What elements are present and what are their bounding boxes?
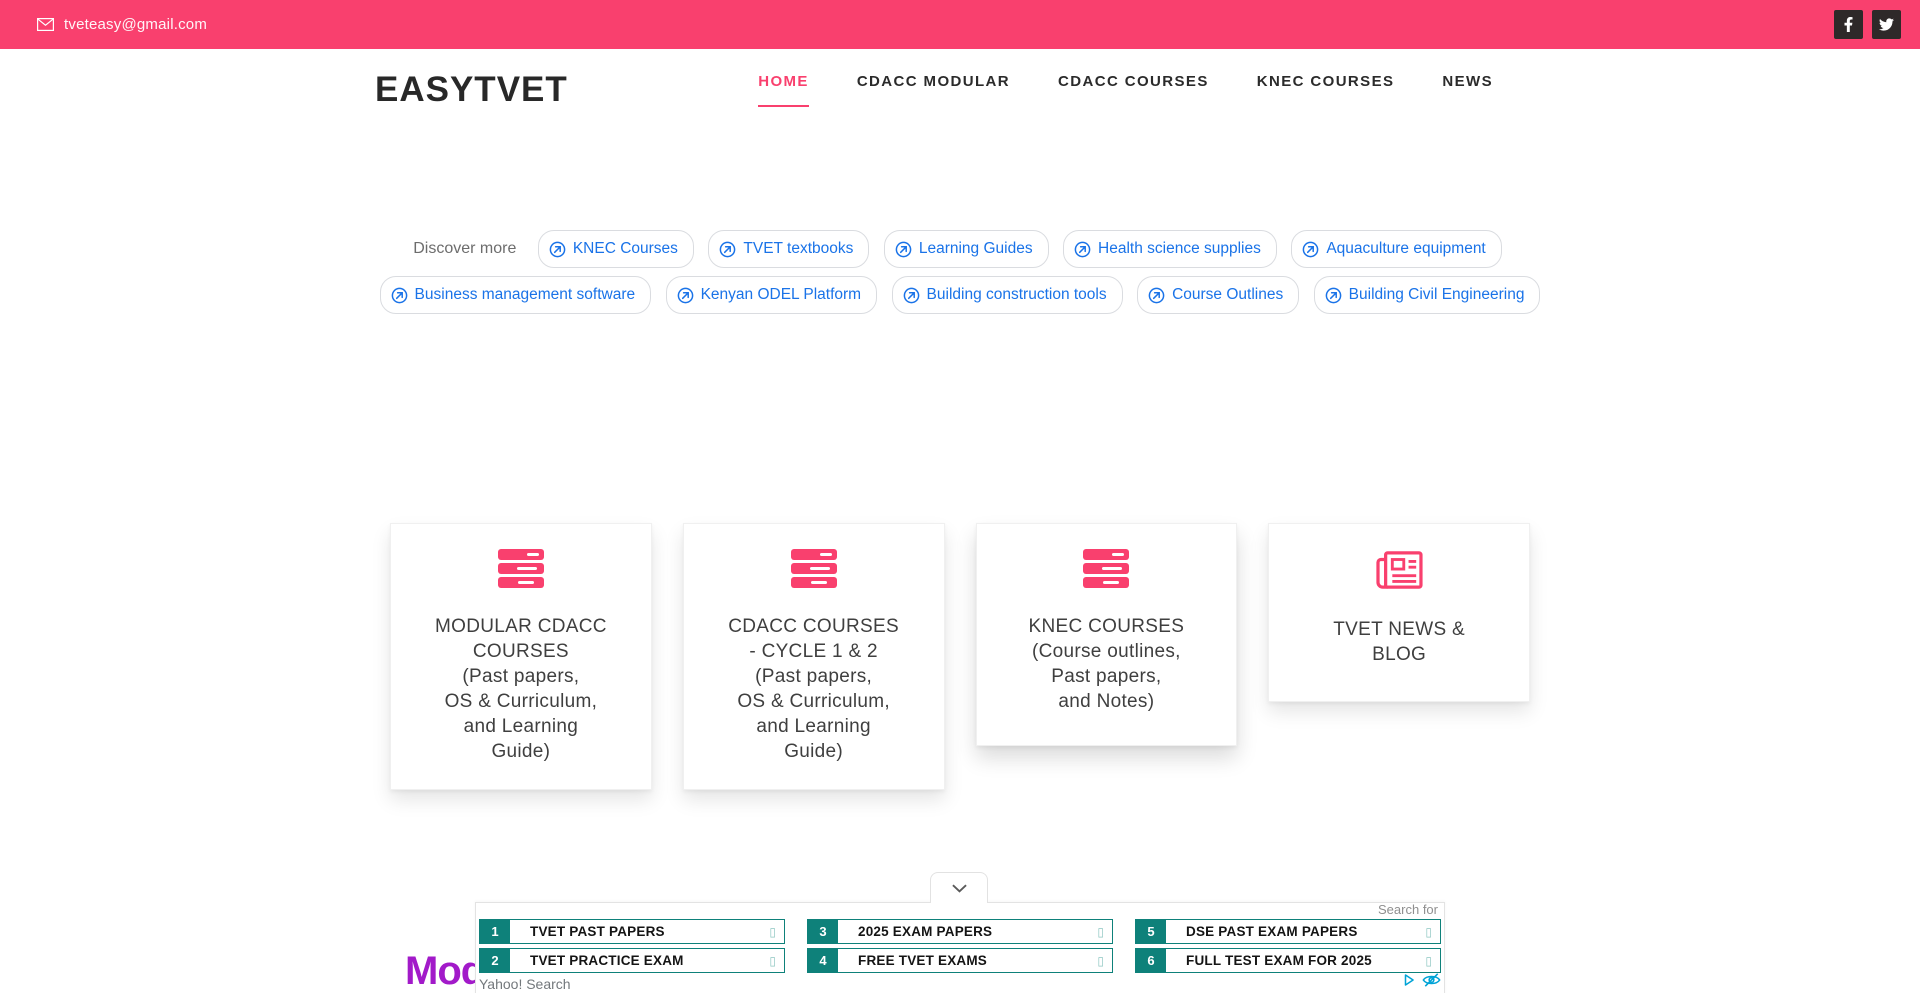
facebook-button[interactable]	[1834, 10, 1863, 39]
server-icon	[791, 549, 837, 588]
pill-health-science-supplies[interactable]: Health science supplies	[1063, 230, 1277, 268]
rank-badge: 3	[808, 920, 838, 943]
circle-arrow-icon	[903, 287, 920, 304]
circle-arrow-icon	[895, 241, 912, 258]
newspaper-icon	[1269, 549, 1529, 591]
chevron-right-icon: ▯	[769, 920, 784, 943]
email-text: tveteasy@gmail.com	[64, 16, 207, 33]
card-tvet-news-blog[interactable]: TVET NEWS & BLOG	[1268, 523, 1530, 702]
pill-building-civil-engineering[interactable]: Building Civil Engineering	[1314, 276, 1541, 314]
search-for-label: Search for	[1378, 902, 1438, 917]
ad-link-2025-exam-papers[interactable]: 3 2025 EXAM PAPERS ▯	[807, 919, 1113, 944]
nav-item-news[interactable]: NEWS	[1442, 73, 1493, 107]
card-knec-courses[interactable]: KNEC COURSES (Course outlines, Past pape…	[976, 523, 1238, 746]
chevron-right-icon: ▯	[1097, 949, 1112, 972]
ad-link-tvet-practice-exam[interactable]: 2 TVET PRACTICE EXAM ▯	[479, 948, 785, 973]
pill-kenyan-odel-platform[interactable]: Kenyan ODEL Platform	[666, 276, 878, 314]
server-icon	[498, 549, 544, 588]
twitter-icon	[1879, 17, 1894, 32]
chevron-right-icon: ▯	[769, 949, 784, 972]
pill-aquaculture-equipment[interactable]: Aquaculture equipment	[1291, 230, 1501, 268]
top-bar: tveteasy@gmail.com	[0, 0, 1920, 49]
rank-badge: 1	[480, 920, 510, 943]
rank-badge: 6	[1136, 949, 1166, 972]
circle-arrow-icon	[1074, 241, 1091, 258]
card-title: MODULAR CDACC COURSES (Past papers, OS &…	[391, 614, 651, 764]
rank-badge: 2	[480, 949, 510, 972]
course-cards: MODULAR CDACC COURSES (Past papers, OS &…	[390, 523, 1530, 790]
nav-item-cdacc-modular[interactable]: CDACC MODULAR	[857, 73, 1010, 107]
nav-item-home[interactable]: HOME	[758, 73, 809, 107]
ad-link-full-test-exam-2025[interactable]: 6 FULL TEST EXAM FOR 2025 ▯	[1135, 948, 1441, 973]
card-modular-cdacc-courses[interactable]: MODULAR CDACC COURSES (Past papers, OS &…	[390, 523, 652, 790]
circle-arrow-icon	[1302, 241, 1319, 258]
contact-email-link[interactable]: tveteasy@gmail.com	[37, 16, 207, 33]
chevron-right-icon: ▯	[1097, 920, 1112, 943]
card-title: CDACC COURSES - CYCLE 1 & 2 (Past papers…	[684, 614, 944, 764]
chevron-down-icon	[952, 884, 967, 893]
ad-collapse-button[interactable]	[930, 872, 988, 903]
nav-item-knec-courses[interactable]: KNEC COURSES	[1257, 73, 1395, 107]
circle-arrow-icon	[549, 241, 566, 258]
ad-controls	[1402, 973, 1441, 987]
main-nav: HOME CDACC MODULAR CDACC COURSES KNEC CO…	[758, 73, 1545, 107]
circle-arrow-icon	[677, 287, 694, 304]
chevron-right-icon: ▯	[1425, 920, 1440, 943]
card-title: TVET NEWS & BLOG	[1269, 617, 1529, 667]
search-ad-panel: Search for 1 TVET PAST PAPERS ▯ 2 TVET P…	[475, 902, 1445, 993]
chevron-right-icon: ▯	[1425, 949, 1440, 972]
rank-badge: 4	[808, 949, 838, 972]
adchoices-icon[interactable]	[1402, 973, 1416, 987]
discover-label: Discover more	[413, 240, 516, 257]
ad-link-tvet-past-papers[interactable]: 1 TVET PAST PAPERS ▯	[479, 919, 785, 944]
server-icon	[1083, 549, 1129, 588]
twitter-button[interactable]	[1872, 10, 1901, 39]
eye-slash-icon[interactable]	[1422, 973, 1441, 987]
rank-badge: 5	[1136, 920, 1166, 943]
discover-more-ad-unit: Discover more KNEC Courses TVET textbook…	[0, 230, 1920, 314]
site-header: EASYTVET HOME CDACC MODULAR CDACC COURSE…	[375, 49, 1545, 134]
circle-arrow-icon	[1148, 287, 1165, 304]
envelope-icon	[37, 18, 54, 31]
circle-arrow-icon	[391, 287, 408, 304]
discover-row-2: Business management software Kenyan ODEL…	[0, 276, 1920, 314]
discover-row-1: Discover more KNEC Courses TVET textbook…	[0, 230, 1920, 268]
ad-link-free-tvet-exams[interactable]: 4 FREE TVET EXAMS ▯	[807, 948, 1113, 973]
pill-learning-guides[interactable]: Learning Guides	[884, 230, 1049, 268]
pill-building-construction-tools[interactable]: Building construction tools	[892, 276, 1123, 314]
ad-links-grid: 1 TVET PAST PAPERS ▯ 2 TVET PRACTICE EXA…	[479, 919, 1441, 973]
facebook-icon	[1843, 17, 1854, 32]
ad-link-dse-past-exam-papers[interactable]: 5 DSE PAST EXAM PAPERS ▯	[1135, 919, 1441, 944]
pill-business-management-software[interactable]: Business management software	[380, 276, 652, 314]
circle-arrow-icon	[1325, 287, 1342, 304]
pill-tvet-textbooks[interactable]: TVET textbooks	[708, 230, 869, 268]
nav-item-cdacc-courses[interactable]: CDACC COURSES	[1058, 73, 1209, 107]
ad-attribution-link[interactable]: Yahoo! Search	[479, 976, 571, 992]
section-heading-fragment: Modu	[405, 949, 476, 993]
pill-knec-courses[interactable]: KNEC Courses	[538, 230, 694, 268]
card-title: KNEC COURSES (Course outlines, Past pape…	[977, 614, 1237, 714]
site-logo[interactable]: EASYTVET	[375, 70, 568, 110]
circle-arrow-icon	[719, 241, 736, 258]
social-links	[1834, 10, 1901, 39]
card-cdacc-courses-cycle[interactable]: CDACC COURSES - CYCLE 1 & 2 (Past papers…	[683, 523, 945, 790]
pill-course-outlines[interactable]: Course Outlines	[1137, 276, 1299, 314]
